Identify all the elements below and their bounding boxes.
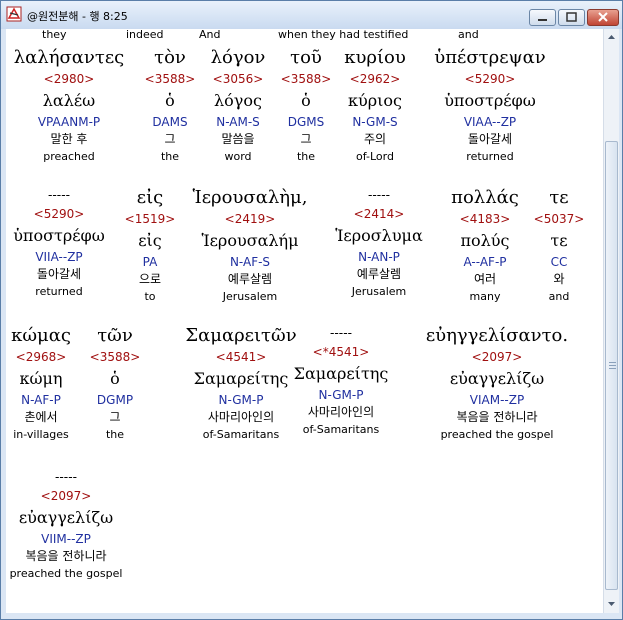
parsing-code: VIIM--ZP (41, 532, 91, 546)
scroll-up-icon[interactable] (605, 31, 618, 44)
english-gloss: and (548, 290, 570, 303)
strongs-number: <*4541> (312, 345, 370, 359)
app-window: @원전분해 - 행 8:25 they indeed And when they… (0, 0, 623, 620)
minimize-button[interactable] (529, 9, 556, 26)
korean-gloss: 와 (553, 272, 565, 286)
lemma: εὐαγγελίζω (449, 369, 545, 388)
word-column[interactable]: τε <5037> τε CC 와 and (484, 187, 603, 303)
greek-word: Ἱερουσαλὴμ, (192, 187, 308, 208)
lemma: Ἱερουσαλήμ (201, 231, 299, 250)
top-english-word: they (42, 29, 67, 41)
english-gloss: preached the gospel (9, 567, 123, 580)
strongs-number: <5037> (533, 212, 585, 226)
greek-word: ----- (330, 326, 352, 341)
english-gloss: preached the gospel (440, 428, 554, 441)
korean-gloss: 예루살렘 (227, 272, 273, 286)
greek-word: ὑπέστρεψαν (434, 47, 546, 68)
word-column[interactable]: Ἱερουσαλὴμ, <2419> Ἱερουσαλήμ N-AF-S 예루살렘 Jer… (175, 187, 325, 303)
strongs-number: <5290> (464, 72, 516, 86)
lemma: τε (550, 231, 568, 250)
title-bar[interactable]: @원전분해 - 행 8:25 (1, 1, 622, 29)
greek-word: ----- (55, 470, 77, 485)
korean-gloss: 복음을 전하니라 (25, 549, 107, 563)
top-english-word: And (199, 29, 221, 41)
parsing-code: N-GM-P (318, 388, 364, 402)
korean-gloss: 돌아갈세 (467, 132, 513, 146)
maximize-icon (566, 12, 577, 22)
close-icon (598, 12, 608, 22)
parsing-code: VIAM--ZP (469, 393, 525, 407)
strongs-number: <2419> (224, 212, 276, 226)
english-gloss: of-Samaritans (302, 423, 380, 436)
english-gloss: returned (466, 150, 514, 163)
window-title: @원전분해 - 행 8:25 (27, 10, 128, 23)
greek-word: τε (549, 187, 569, 208)
lemma: Σαμαρείτης (293, 364, 389, 383)
minimize-icon (538, 19, 547, 21)
interlinear-view[interactable]: they indeed And when they had testified … (6, 29, 603, 613)
word-column[interactable]: ὑπέστρεψαν <5290> ὑποστρέφω VIAA--ZP 돌아갈세 ret… (415, 47, 565, 163)
lemma: εὐαγγελίζω (18, 508, 114, 527)
scrollbar-thumb[interactable] (605, 141, 618, 590)
vertical-scrollbar[interactable] (603, 29, 619, 613)
strongs-number: <2097> (40, 489, 92, 503)
parsing-code: VIAA--ZP (463, 115, 517, 129)
lemma: ὑποστρέφω (444, 91, 536, 110)
app-icon (6, 6, 22, 22)
greek-word: εὐηγγελίσαντο. (425, 325, 569, 346)
maximize-button[interactable] (558, 9, 585, 26)
korean-gloss: 사마리아인의 (307, 405, 375, 419)
word-column[interactable]: εὐηγγελίσαντο. <2097> εὐαγγελίζω VIAM--ZP 복음… (422, 325, 572, 441)
top-english-word: and (458, 29, 479, 41)
parsing-code: CC (550, 255, 568, 269)
word-column[interactable]: ----- <2097> εὐαγγελίζω VIIM--ZP 복음을 전하니라 pre… (6, 471, 141, 579)
strongs-number: <2097> (471, 350, 523, 364)
english-gloss: Jerusalem (222, 290, 278, 303)
close-button[interactable] (587, 9, 619, 26)
scroll-down-icon[interactable] (605, 597, 618, 610)
top-english-word: when they had testified (278, 29, 409, 41)
parsing-code: N-AF-S (229, 255, 271, 269)
word-column[interactable]: ----- <*4541> Σαμαρείτης N-GM-P 사마리아인의 of-Sam… (266, 327, 416, 435)
korean-gloss: 복음을 전하니라 (456, 410, 538, 424)
